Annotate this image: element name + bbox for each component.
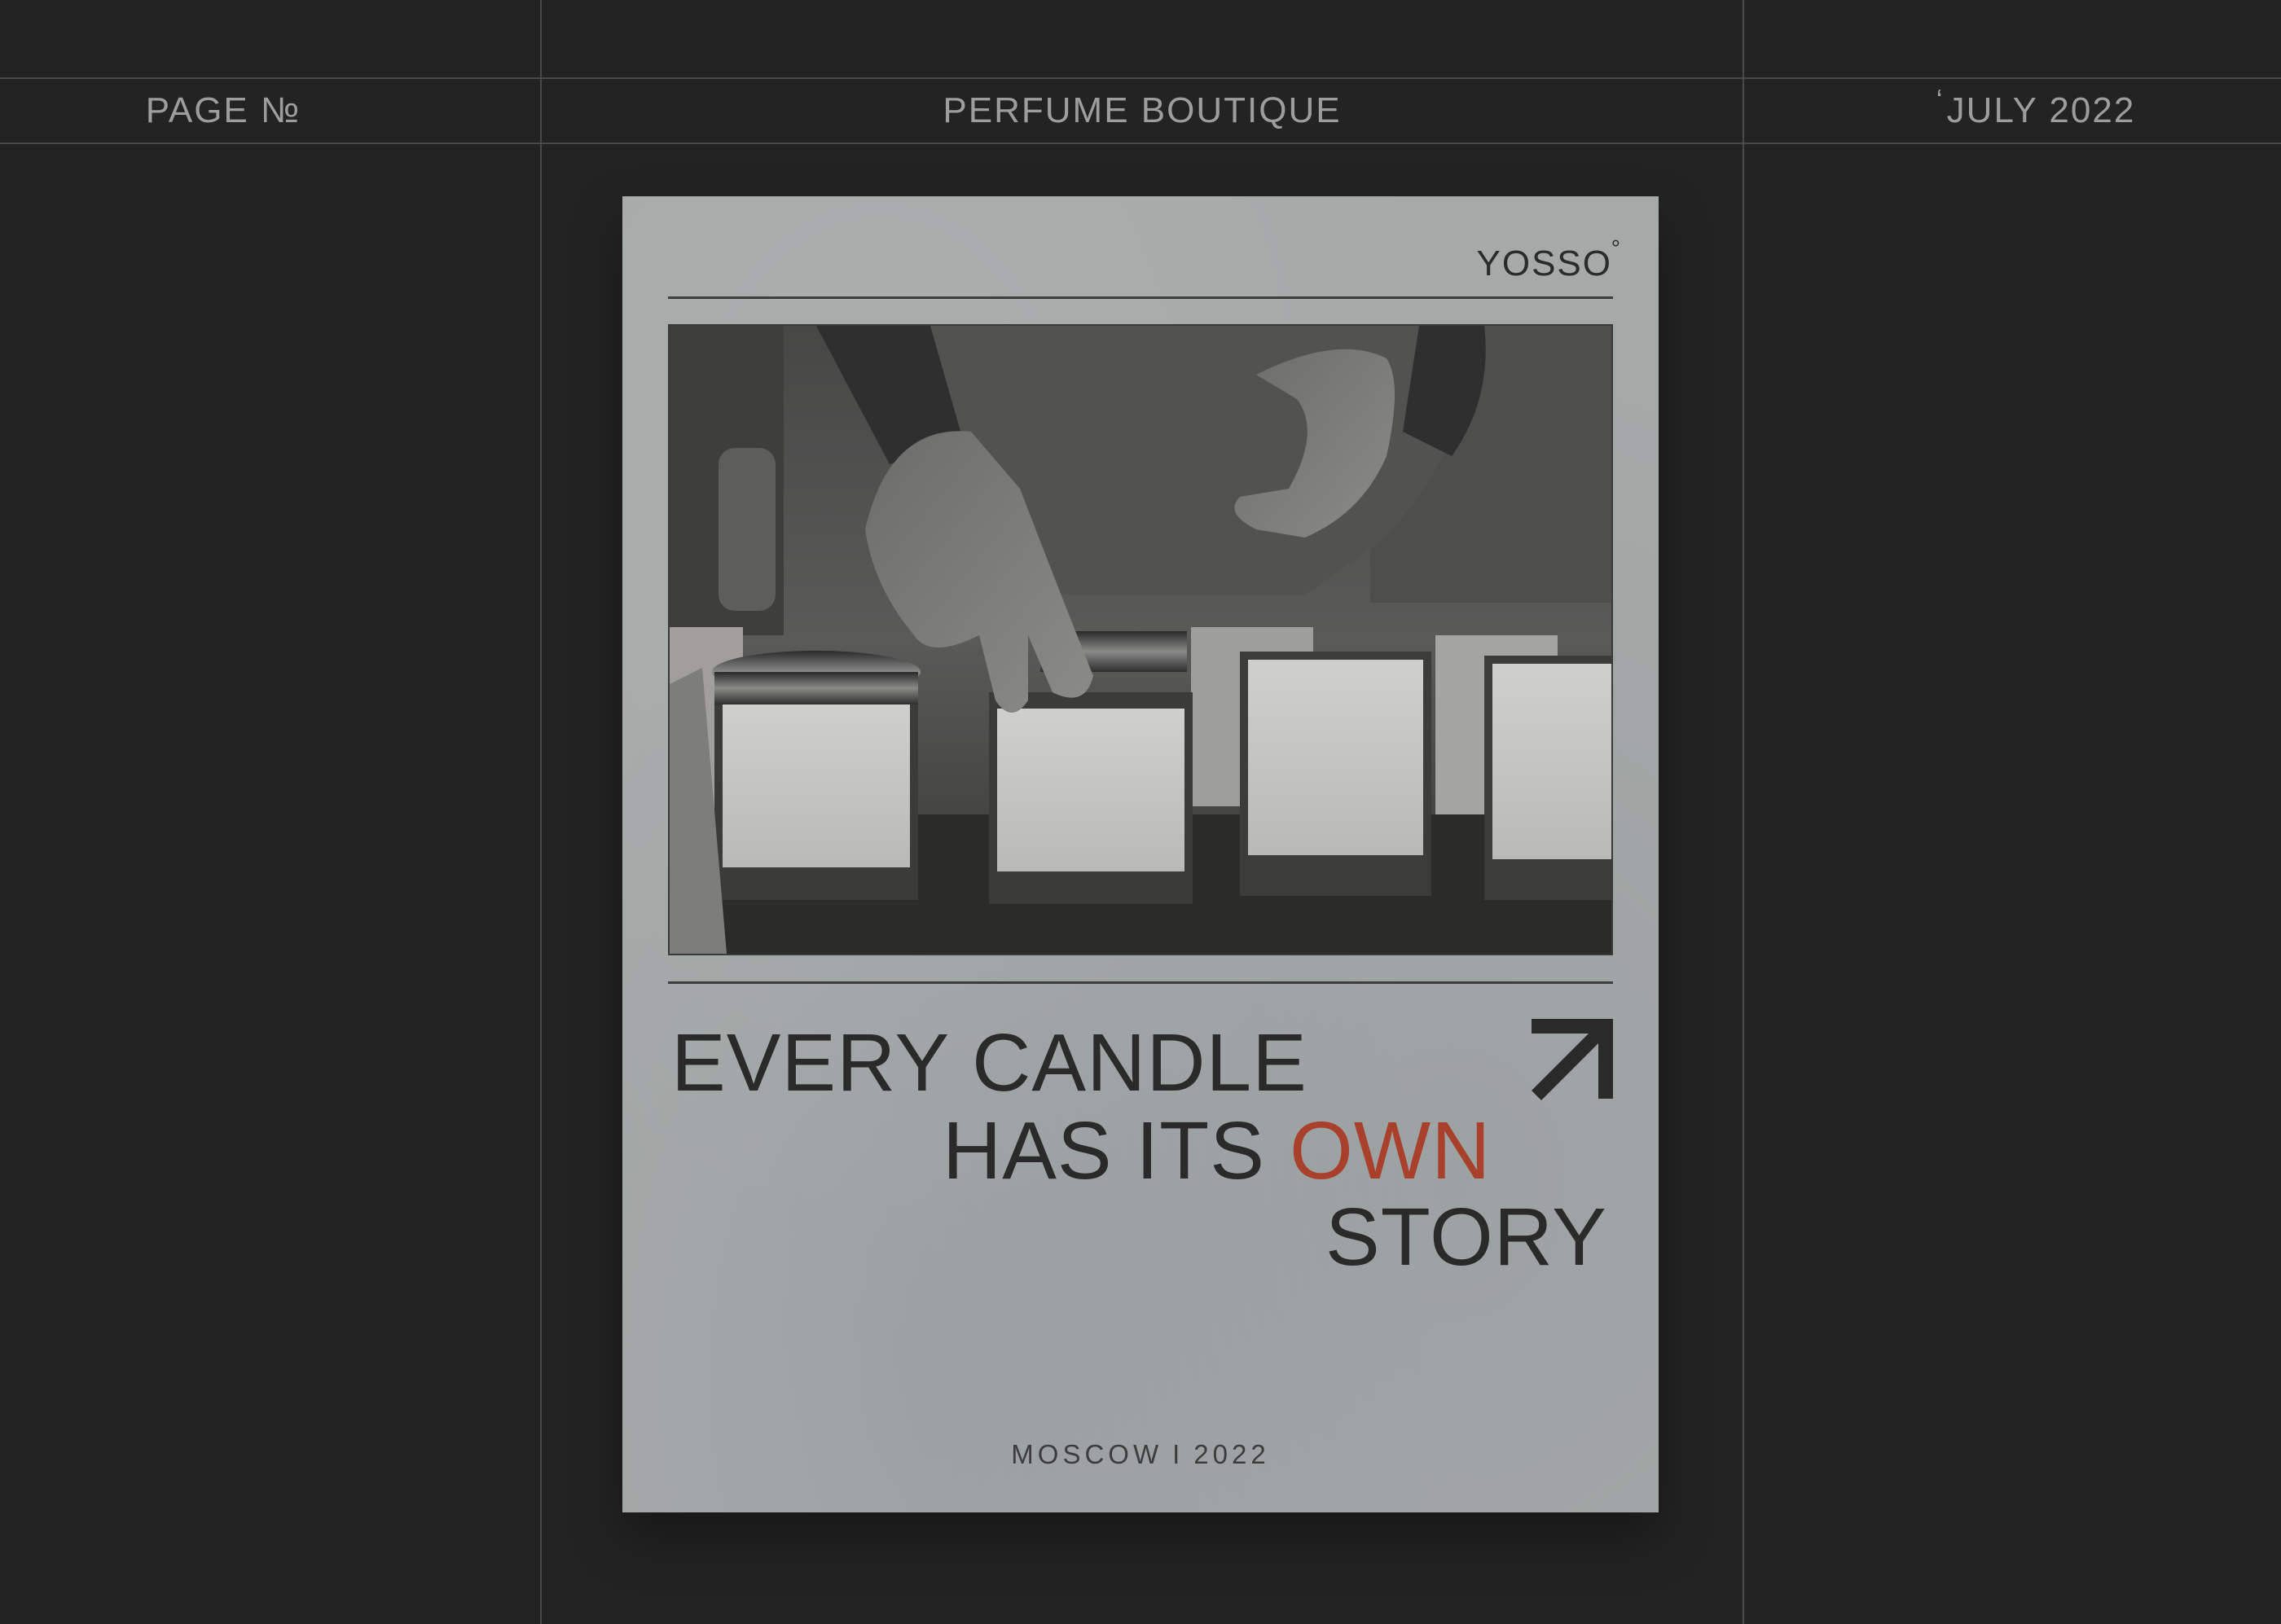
footer-separator: I	[1172, 1439, 1184, 1469]
candle-photo	[668, 324, 1613, 955]
poster: YOSSO ° EVERY CANDLE HAS ITS OWN STORY M…	[622, 196, 1659, 1512]
date-tick-mark: ʻ	[1936, 84, 1945, 117]
brand-logo: YOSSO °	[1476, 235, 1620, 284]
poster-middle-rule	[668, 981, 1613, 984]
brand-degree-mark: °	[1611, 235, 1622, 261]
footer-city: MOSCOW	[1011, 1439, 1163, 1469]
headline-line-2: HAS ITS OWN	[943, 1110, 1491, 1192]
page-number-label: PAGE №	[145, 90, 301, 130]
grid-line-header-bottom	[0, 143, 2281, 144]
headline-line-1: EVERY CANDLE	[671, 1017, 1308, 1108]
date-text: JULY 2022	[1946, 90, 2136, 130]
footer-year: 2022	[1193, 1439, 1270, 1469]
grid-line-vertical-right	[1743, 0, 1744, 1624]
date-label: ʻ JULY 2022	[1744, 79, 2281, 143]
arrow-up-right-icon	[1532, 1019, 1613, 1100]
page-title: PERFUME BOUTIQUE	[943, 90, 1342, 130]
headline-accent-word: OWN	[1289, 1105, 1492, 1196]
poster-top-rule	[668, 296, 1613, 299]
brand-name: YOSSO	[1476, 244, 1612, 283]
grid-line-vertical-left	[540, 0, 542, 1624]
poster-footer: MOSCOW I 2022	[622, 1439, 1659, 1470]
headline-line-2-text: HAS ITS	[943, 1105, 1265, 1196]
headline-line-3: STORY	[1325, 1192, 1607, 1283]
